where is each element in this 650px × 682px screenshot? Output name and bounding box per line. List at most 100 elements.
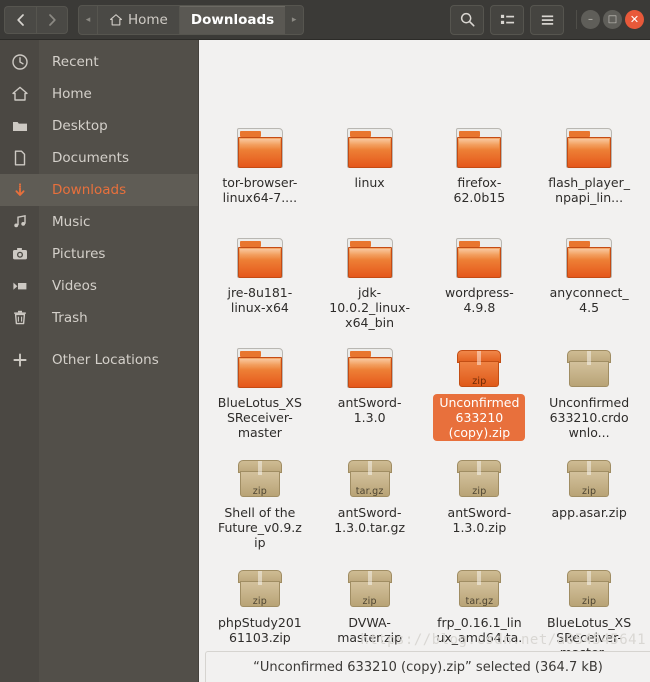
forward-button[interactable] bbox=[36, 5, 68, 34]
file-grid-area[interactable]: 学院0723eclipse 初... tor-browser-linux64-7.… bbox=[199, 40, 650, 682]
file-thumbnail: tar.gz bbox=[347, 450, 392, 500]
file-item[interactable]: tar.gz antSword-1.3.0.tar.gz bbox=[315, 444, 425, 554]
folder-icon bbox=[456, 128, 503, 170]
file-label: phpStudy20161103.zip bbox=[218, 615, 302, 645]
file-item[interactable]: zip phpStudy20161103.zip bbox=[205, 554, 315, 664]
file-label: Shell of the Future_v0.9.zip bbox=[217, 505, 302, 550]
file-item[interactable]: antSword-1.3.0 bbox=[315, 334, 425, 444]
download-icon bbox=[0, 181, 39, 199]
sidebar-item-home[interactable]: Home bbox=[0, 78, 198, 110]
sidebar-item-label: Recent bbox=[52, 54, 99, 70]
file-thumbnail: zip bbox=[457, 450, 502, 500]
search-icon bbox=[460, 12, 475, 27]
file-thumbnail bbox=[566, 230, 613, 280]
sidebar-item-downloads[interactable]: Downloads bbox=[0, 174, 198, 206]
file-item[interactable]: zip antSword-1.3.0.zip bbox=[425, 444, 535, 554]
menu-button[interactable] bbox=[530, 4, 564, 35]
folder-icon bbox=[0, 117, 39, 135]
file-thumbnail: zip bbox=[457, 340, 502, 390]
music-icon bbox=[0, 213, 39, 231]
breadcrumb-scroll-left-icon[interactable]: ◂ bbox=[79, 6, 97, 34]
file-label: antSword-1.3.0.zip bbox=[447, 505, 512, 535]
chevron-left-icon bbox=[16, 13, 24, 26]
file-thumbnail bbox=[236, 230, 283, 280]
window-body: Recent Home Desktop Documents Downloads Music… bbox=[0, 40, 650, 682]
file-thumbnail bbox=[236, 120, 283, 170]
sidebar-item-label: Home bbox=[52, 86, 92, 102]
file-thumbnail bbox=[346, 230, 393, 280]
sidebar-item-trash[interactable]: Trash bbox=[0, 302, 198, 334]
file-label: antSword-1.3.0.tar.gz bbox=[334, 505, 406, 535]
camera-icon bbox=[0, 245, 39, 263]
breadcrumb: ◂ Home Downloads ▸ bbox=[78, 4, 305, 35]
file-item[interactable]: Unconfirmed 633210.crdownlo... bbox=[534, 334, 644, 444]
titlebar: ◂ Home Downloads ▸ – □ ✕ bbox=[0, 0, 650, 40]
sidebar-item-other-locations[interactable]: Other Locations bbox=[0, 344, 198, 376]
sidebar-item-label: Music bbox=[52, 214, 91, 230]
file-item[interactable]: 学院0723 bbox=[315, 40, 425, 114]
sidebar-item-videos[interactable]: Videos bbox=[0, 270, 198, 302]
folder-icon bbox=[236, 348, 283, 390]
breadcrumb-item-downloads[interactable]: Downloads bbox=[178, 5, 286, 34]
archive-icon: zip bbox=[457, 348, 502, 390]
file-item[interactable]: wordpress-4.9.8 bbox=[425, 224, 535, 334]
window-controls: – □ ✕ bbox=[576, 10, 644, 29]
file-thumbnail bbox=[456, 120, 503, 170]
sidebar-item-label: Documents bbox=[52, 150, 129, 166]
file-item[interactable]: jdk-10.0.2_linux-x64_bin bbox=[315, 224, 425, 334]
file-item[interactable] bbox=[205, 40, 315, 114]
minimize-button[interactable]: – bbox=[581, 10, 600, 29]
file-item[interactable]: BlueLotus_XSSReceiver-master bbox=[205, 334, 315, 444]
file-manager-window: ◂ Home Downloads ▸ – □ ✕ Recent Home Des… bbox=[0, 0, 650, 682]
archive-icon: zip bbox=[457, 458, 502, 500]
maximize-button[interactable]: □ bbox=[603, 10, 622, 29]
video-icon bbox=[0, 277, 39, 295]
folder-icon bbox=[456, 238, 503, 280]
sidebar-item-recent[interactable]: Recent bbox=[0, 46, 198, 78]
file-thumbnail: zip bbox=[347, 560, 392, 610]
close-button[interactable]: ✕ bbox=[625, 10, 644, 29]
toolbar bbox=[450, 4, 564, 35]
sidebar-item-desktop[interactable]: Desktop bbox=[0, 110, 198, 142]
plus-icon bbox=[0, 351, 39, 369]
file-thumbnail: zip bbox=[567, 560, 612, 610]
archive-icon: zip bbox=[237, 458, 282, 500]
file-item[interactable]: firefox-62.0b15 bbox=[425, 114, 535, 224]
file-label: jre-8u181-linux-x64 bbox=[227, 285, 293, 315]
file-item[interactable]: anyconnect_4.5 bbox=[534, 224, 644, 334]
file-thumbnail: zip bbox=[237, 560, 282, 610]
sidebar-item-label: Pictures bbox=[52, 246, 106, 262]
sidebar-item-music[interactable]: Music bbox=[0, 206, 198, 238]
view-options-button[interactable] bbox=[490, 4, 524, 35]
file-thumbnail bbox=[567, 340, 612, 390]
file-item[interactable]: flash_player_npapi_lin... bbox=[534, 114, 644, 224]
back-button[interactable] bbox=[4, 5, 36, 34]
breadcrumb-item-home[interactable]: Home bbox=[97, 5, 179, 34]
file-label: app.asar.zip bbox=[551, 505, 627, 520]
file-item[interactable]: eclipse 初... bbox=[425, 40, 535, 114]
archive-icon bbox=[567, 348, 612, 390]
file-item[interactable]: tor-browser-linux64-7.... bbox=[205, 114, 315, 224]
sidebar-item-pictures[interactable]: Pictures bbox=[0, 238, 198, 270]
file-label: anyconnect_4.5 bbox=[549, 285, 629, 315]
breadcrumb-item-downloads-label: Downloads bbox=[190, 11, 275, 28]
folder-icon bbox=[236, 128, 283, 170]
file-thumbnail bbox=[346, 340, 393, 390]
file-label: antSword-1.3.0 bbox=[337, 395, 402, 425]
file-item[interactable]: jre-8u181-linux-x64 bbox=[205, 224, 315, 334]
file-item[interactable]: zip app.asar.zip bbox=[534, 444, 644, 554]
file-thumbnail: zip bbox=[567, 450, 612, 500]
file-item-selected[interactable]: zip Unconfirmed 633210 (copy).zip bbox=[425, 334, 535, 444]
search-button[interactable] bbox=[450, 4, 484, 35]
file-item[interactable]: linux bbox=[315, 114, 425, 224]
breadcrumb-scroll-right-icon[interactable]: ▸ bbox=[285, 6, 303, 34]
sidebar-item-documents[interactable]: Documents bbox=[0, 142, 198, 174]
sidebar: Recent Home Desktop Documents Downloads Music… bbox=[0, 40, 199, 682]
file-item[interactable]: zip Shell of the Future_v0.9.zip bbox=[205, 444, 315, 554]
file-label: flash_player_npapi_lin... bbox=[548, 175, 630, 205]
sidebar-list: Recent Home Desktop Documents Downloads Music… bbox=[0, 46, 198, 376]
sidebar-item-label: Desktop bbox=[52, 118, 108, 134]
view-list-icon bbox=[500, 14, 514, 24]
folder-icon bbox=[236, 238, 283, 280]
file-item[interactable] bbox=[534, 40, 644, 114]
